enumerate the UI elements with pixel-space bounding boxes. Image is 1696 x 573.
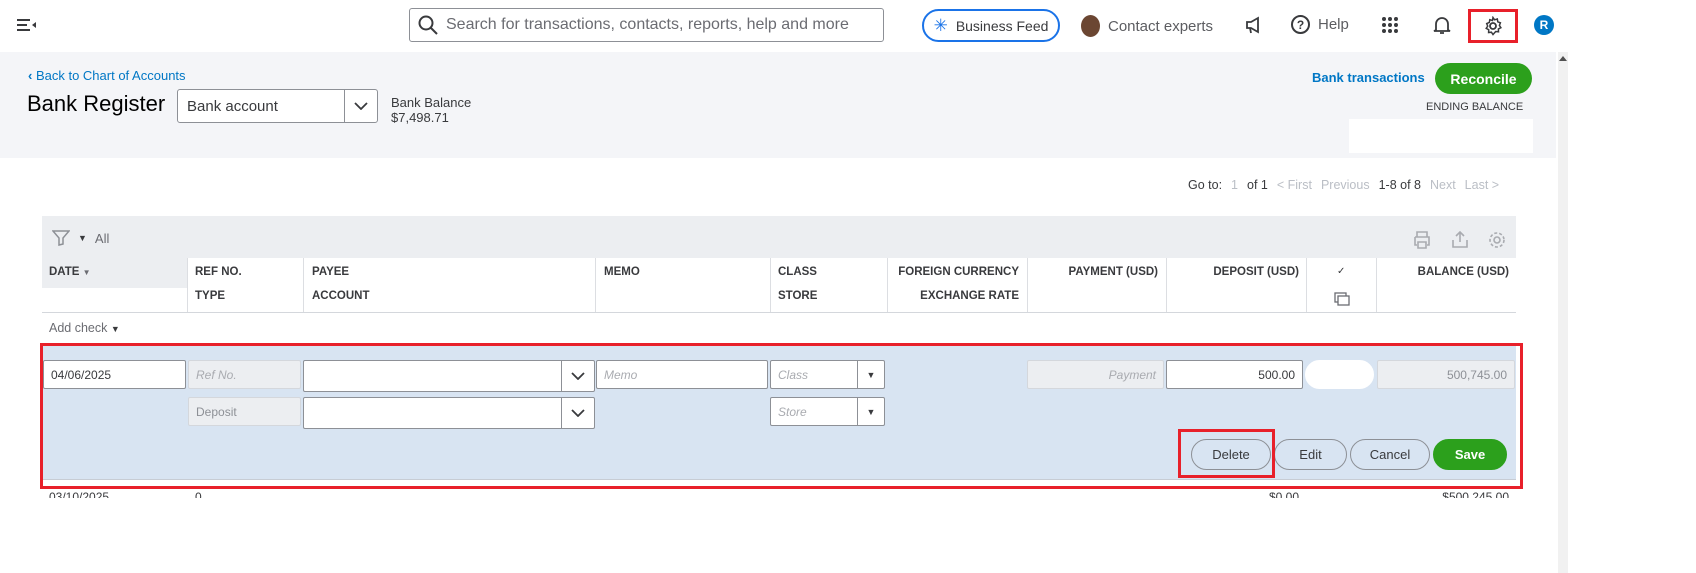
menu-collapse-icon[interactable] xyxy=(17,17,37,38)
add-check-label: Add check xyxy=(49,321,108,335)
apps-grid-icon[interactable] xyxy=(1382,17,1398,38)
bank-balance-value: $7,498.71 xyxy=(391,110,449,125)
export-icon[interactable] xyxy=(1451,230,1469,253)
contact-experts-label: Contact experts xyxy=(1108,17,1214,35)
bank-transactions-link[interactable]: Bank transactions xyxy=(1312,70,1425,85)
page-title: Bank Register xyxy=(27,91,166,116)
bank-balance: Bank Balance $7,498.71 xyxy=(391,95,471,125)
row-ref: 0 xyxy=(195,490,202,498)
caret-down-icon: ▼ xyxy=(78,233,87,243)
chevron-down-icon[interactable] xyxy=(344,90,377,122)
chevron-left-icon: ‹ xyxy=(28,68,36,83)
filter-bar xyxy=(42,216,1516,258)
next-page-link[interactable]: Next xyxy=(1430,178,1456,192)
col-payee: PAYEE xyxy=(312,266,350,278)
account-select[interactable]: Bank account xyxy=(177,89,378,123)
row-deposit: $0.00 xyxy=(1268,490,1299,498)
col-date[interactable]: DATE ▼ xyxy=(49,266,91,278)
reconcile-button[interactable]: Reconcile xyxy=(1435,63,1532,94)
add-check-button[interactable]: Add check ▼ xyxy=(49,321,120,335)
expert-avatar-icon xyxy=(1081,15,1100,37)
table-settings-icon[interactable] xyxy=(1488,231,1506,254)
last-page-link[interactable]: Last > xyxy=(1465,178,1499,192)
scrollbar[interactable] xyxy=(1558,52,1568,573)
search-input[interactable]: Search for transactions, contacts, repor… xyxy=(409,8,884,42)
row-date: 03/10/2025 xyxy=(49,490,110,498)
caret-down-icon: ▼ xyxy=(110,324,120,334)
settings-button[interactable] xyxy=(1468,9,1518,43)
first-page-link[interactable]: < First xyxy=(1277,178,1312,192)
col-balance: BALANCE (USD) xyxy=(1417,266,1509,278)
sparkle-icon: ✳ xyxy=(933,15,948,35)
filter-icon xyxy=(52,230,70,246)
goto-label: Go to: xyxy=(1188,178,1223,192)
col-memo: MEMO xyxy=(604,266,640,278)
col-account: ACCOUNT xyxy=(312,290,370,302)
help-button[interactable]: ? Help xyxy=(1291,15,1349,34)
business-feed-button[interactable]: ✳ Business Feed xyxy=(922,9,1060,42)
row-balance: $500,245.00 xyxy=(1442,490,1509,498)
contact-experts-button[interactable]: Contact experts xyxy=(1081,15,1213,37)
bank-balance-label: Bank Balance xyxy=(391,95,472,110)
col-foreign-currency: FOREIGN CURRENCY xyxy=(898,266,1019,278)
col-payment: PAYMENT (USD) xyxy=(1068,266,1158,278)
col-date-label: DATE xyxy=(49,266,80,278)
page-count: of 1 xyxy=(1247,178,1268,192)
business-feed-label: Business Feed xyxy=(955,17,1049,34)
user-avatar[interactable]: R xyxy=(1534,15,1554,35)
col-cleared: ✓ xyxy=(1337,266,1346,277)
filter-label: All xyxy=(94,230,110,246)
pagination: Go to: 1 of 1 < First Previous 1-8 of 8 … xyxy=(1188,178,1499,192)
search-placeholder: Search for transactions, contacts, repor… xyxy=(446,16,849,33)
help-icon: ? xyxy=(1291,15,1310,34)
previous-page-link[interactable]: Previous xyxy=(1321,178,1370,192)
filter-button[interactable]: ▼ All xyxy=(52,230,109,246)
back-link-label: Back to Chart of Accounts xyxy=(35,68,186,83)
col-ref: REF NO. xyxy=(195,266,242,278)
col-store: STORE xyxy=(778,290,818,302)
account-select-value: Bank account xyxy=(187,97,278,115)
ending-balance-field xyxy=(1349,119,1533,153)
search-icon xyxy=(418,15,438,35)
ending-balance-label: ENDING BALANCE xyxy=(1426,101,1524,113)
copy-icon[interactable] xyxy=(1334,292,1350,311)
col-class: CLASS xyxy=(778,266,817,278)
col-exchange-rate: EXCHANGE RATE xyxy=(920,290,1019,302)
record-range: 1-8 of 8 xyxy=(1378,178,1421,192)
help-label: Help xyxy=(1318,16,1349,33)
page-input[interactable]: 1 xyxy=(1231,178,1238,192)
col-deposit: DEPOSIT (USD) xyxy=(1213,266,1299,278)
col-type: TYPE xyxy=(195,290,226,302)
bell-icon[interactable] xyxy=(1433,15,1451,40)
megaphone-icon[interactable] xyxy=(1244,16,1262,39)
sort-down-icon: ▼ xyxy=(82,268,91,277)
print-icon[interactable] xyxy=(1413,231,1431,254)
row-highlight xyxy=(40,343,1523,489)
gear-icon xyxy=(1485,16,1502,36)
back-link[interactable]: ‹ Back to Chart of Accounts xyxy=(28,68,186,83)
